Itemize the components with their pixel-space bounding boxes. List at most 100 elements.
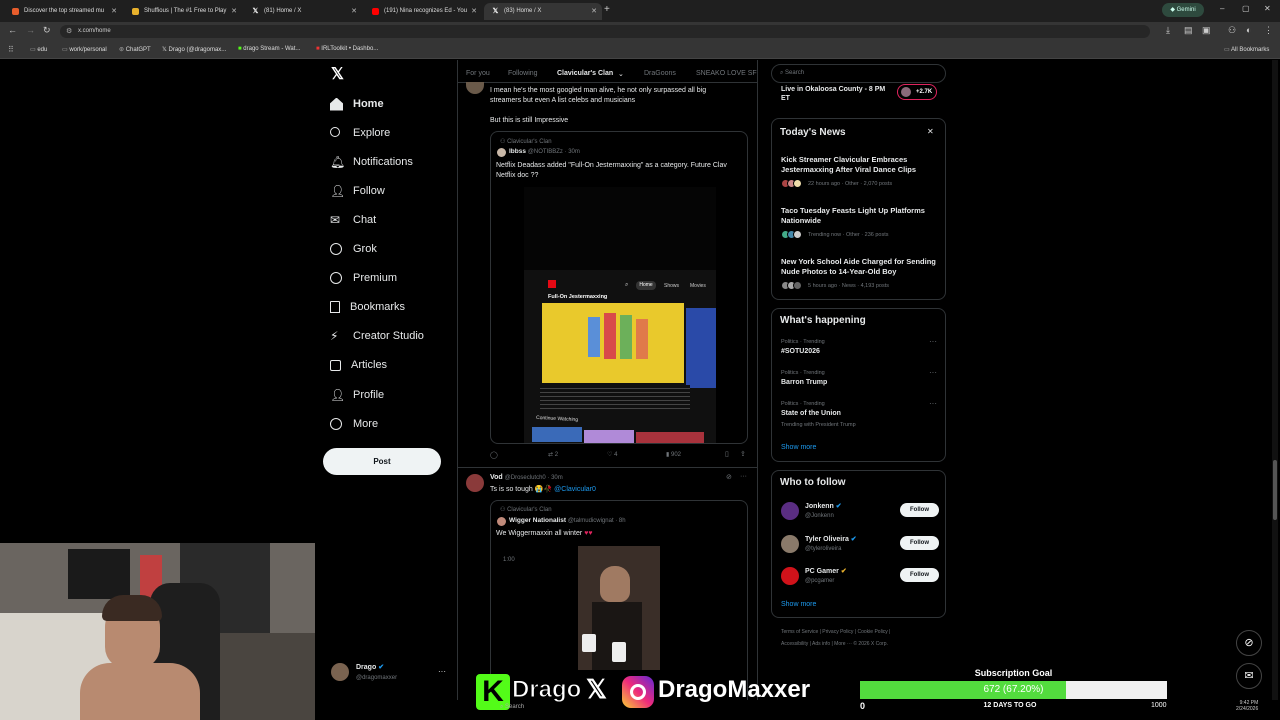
back-icon[interactable]: ←: [8, 25, 17, 35]
sidebar-item-home[interactable]: Home: [330, 93, 384, 115]
sidepanel-icon[interactable]: ▤: [1184, 25, 1193, 36]
account-icon[interactable]: ⚇: [1228, 25, 1236, 36]
footer-links[interactable]: Terms of Service | Privacy Policy | Cook…: [781, 629, 890, 635]
close-icon[interactable]: ✕: [471, 7, 477, 15]
trend-name[interactable]: State of the Union: [781, 410, 841, 417]
reply-icon[interactable]: ◯: [490, 451, 498, 459]
show-more-link[interactable]: Show more: [781, 444, 816, 451]
suggestion-name[interactable]: Tyler Oliveira ✔: [805, 535, 857, 543]
settings-icon[interactable]: ◐: [1246, 25, 1251, 35]
follow-button[interactable]: Follow: [900, 568, 939, 582]
post-button[interactable]: Post: [323, 448, 441, 475]
sidebar-item-articles[interactable]: Articles: [330, 354, 387, 376]
close-icon[interactable]: ✕: [351, 7, 357, 15]
sidebar-item-premium[interactable]: Premium: [330, 267, 397, 289]
trend-more-icon[interactable]: ···: [929, 368, 937, 377]
account-name[interactable]: Drago ✔: [356, 663, 384, 671]
sidebar-item-notifications[interactable]: 🔔︎ Notifications: [330, 151, 413, 173]
mention-link[interactable]: @Clavicular0: [554, 486, 596, 493]
follow-button[interactable]: Follow: [900, 536, 939, 550]
taskbar-search[interactable]: ⌕ Search: [500, 704, 524, 711]
close-icon[interactable]: ✕: [591, 7, 597, 15]
scrollbar-track[interactable]: [1272, 60, 1278, 700]
sidebar-item-follow[interactable]: 👤︎ Follow: [330, 180, 385, 202]
grok-floating-button[interactable]: ⊘: [1236, 630, 1262, 656]
live-badge[interactable]: +2.7K: [897, 84, 937, 100]
bookmark-item[interactable]: ⊛ ChatGPT: [119, 46, 151, 53]
media-icon[interactable]: ▣: [1202, 25, 1211, 36]
close-icon[interactable]: ✕: [927, 127, 934, 136]
follow-button[interactable]: Follow: [900, 503, 939, 517]
share-icon[interactable]: ⇪: [740, 450, 746, 458]
avatar[interactable]: [781, 567, 799, 585]
trend-name[interactable]: #SOTU2026: [781, 348, 820, 355]
repost-button[interactable]: ⇄ 2: [548, 451, 558, 458]
messages-floating-button[interactable]: ✉: [1236, 663, 1262, 689]
show-more-link[interactable]: Show more: [781, 601, 816, 608]
minimize-button[interactable]: –: [1220, 4, 1224, 13]
browser-tab[interactable]: Shuffious | The #1 Free to Play ✕: [124, 3, 242, 20]
scrollbar-thumb[interactable]: [1273, 460, 1277, 520]
account-menu-icon[interactable]: ···: [438, 667, 446, 676]
reload-icon[interactable]: ↻: [43, 25, 51, 36]
bookmark-item[interactable]: 𝕏 Drago (@dragomax...: [162, 46, 226, 53]
maximize-button[interactable]: ▢: [1242, 4, 1250, 13]
forward-icon[interactable]: →: [26, 25, 35, 35]
taskbar-clock[interactable]: 9:42 PM 2/24/2026: [1236, 700, 1258, 712]
avatar[interactable]: [466, 474, 484, 492]
sidebar-item-bookmarks[interactable]: Bookmarks: [330, 296, 405, 318]
sidebar-item-explore[interactable]: Explore: [330, 122, 390, 144]
browser-tab-active[interactable]: 𝕏 (83) Home / X ✕: [484, 3, 602, 20]
avatar[interactable]: [331, 663, 349, 681]
browser-tab[interactable]: Discover the top streamed mu ✕: [4, 3, 122, 20]
close-icon[interactable]: ✕: [231, 7, 237, 15]
trend-more-icon[interactable]: ···: [929, 337, 937, 346]
bookmark-item[interactable]: ■ drago Stream - Wat...: [238, 46, 300, 52]
x-logo[interactable]: 𝕏: [331, 64, 344, 84]
download-icon[interactable]: ⤓: [1166, 25, 1170, 36]
views-button[interactable]: ▮ 902: [666, 451, 681, 458]
tab-following[interactable]: Following: [508, 70, 538, 77]
all-bookmarks[interactable]: ▭ All Bookmarks: [1224, 46, 1269, 53]
video-thumbnail[interactable]: [578, 546, 660, 670]
live-title[interactable]: Live in Okaloosa County - 8 PM ET: [781, 85, 891, 103]
avatar[interactable]: [781, 502, 799, 520]
like-button[interactable]: ♡ 4: [607, 451, 617, 458]
suggestion-name[interactable]: Jonkenn ✔: [805, 502, 842, 510]
suggestion-name[interactable]: PC Gamer ✔: [805, 567, 847, 575]
tab-sneako[interactable]: SNEAKO LOVE SF: [696, 70, 757, 77]
close-window-button[interactable]: ✕: [1264, 4, 1271, 13]
menu-icon[interactable]: ⋮: [1264, 25, 1273, 36]
grok-icon[interactable]: ⊘: [726, 473, 732, 481]
news-item-title[interactable]: Taco Tuesday Feasts Light Up Platforms N…: [781, 206, 936, 226]
trend-more-icon[interactable]: ···: [929, 399, 937, 408]
new-tab-button[interactable]: +: [604, 4, 610, 15]
browser-tab[interactable]: 𝕏 (81) Home / X ✕: [244, 3, 362, 20]
news-item-title[interactable]: New York School Aide Charged for Sending…: [781, 257, 936, 277]
tab-for-you[interactable]: For you: [466, 70, 490, 77]
bookmark-item[interactable]: ■ IRLToolkit • Dashbo...: [316, 46, 378, 52]
site-info-icon[interactable]: ⚙: [66, 27, 72, 35]
profile-button[interactable]: ◆ Gemini: [1162, 3, 1204, 17]
chevron-down-icon[interactable]: ⌄: [618, 70, 624, 78]
news-item-title[interactable]: Kick Streamer Clavicular Embraces Jester…: [781, 155, 936, 175]
tab-clavicular-clan[interactable]: Clavicular's Clan: [557, 70, 613, 77]
url-bar[interactable]: ⚙ x.com/home: [60, 25, 1150, 38]
sidebar-item-profile[interactable]: 👤︎ Profile: [330, 384, 384, 406]
more-icon[interactable]: ···: [740, 473, 747, 480]
bookmark-item[interactable]: ▭ work/personal: [62, 46, 107, 53]
sidebar-item-more[interactable]: More: [330, 413, 378, 435]
browser-tab[interactable]: (191) Nina recognizes Ed - You ✕: [364, 3, 482, 20]
trend-name[interactable]: Barron Trump: [781, 379, 827, 386]
sidebar-item-grok[interactable]: Grok: [330, 238, 377, 260]
search-input[interactable]: ⌕ Search: [771, 64, 946, 83]
sidebar-item-creator-studio[interactable]: ⚡︎ Creator Studio: [330, 325, 424, 347]
apps-icon[interactable]: ⠿: [8, 45, 14, 54]
sidebar-item-chat[interactable]: ✉︎ Chat: [330, 209, 376, 231]
close-icon[interactable]: ✕: [111, 7, 117, 15]
tab-dragoons[interactable]: DraGoons: [644, 70, 676, 77]
avatar[interactable]: [781, 535, 799, 553]
footer-links[interactable]: Accessibility | Ads info | More ··· © 20…: [781, 641, 888, 647]
bookmark-icon[interactable]: ▯: [725, 450, 729, 458]
bookmark-item[interactable]: ▭ edu: [30, 46, 47, 53]
